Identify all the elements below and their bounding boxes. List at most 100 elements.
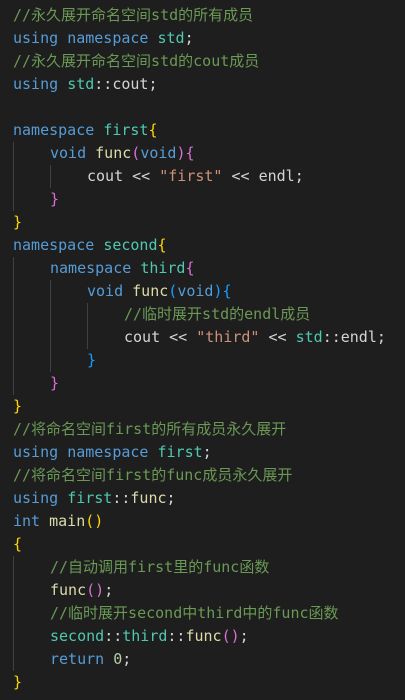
code-line[interactable]: }: [0, 188, 405, 211]
code-token: <<: [259, 328, 296, 346]
code-token: cout: [112, 75, 149, 93]
code-editor[interactable]: //永久展开命名空间std的所有成员 using namespace std; //…: [0, 0, 405, 700]
code-token: return: [50, 650, 105, 668]
code-token: ;: [376, 328, 386, 346]
code-line[interactable]: cout << "third" << std::endl;: [0, 326, 405, 349]
code-line[interactable]: void func(void){: [0, 280, 405, 303]
code-line[interactable]: //将命名空间first的func成员永久展开: [0, 464, 405, 487]
code-token: second: [50, 627, 105, 645]
indent-guide: [50, 303, 51, 326]
code-token: func: [50, 581, 87, 599]
indent-guide: [13, 303, 14, 326]
code-token: namespace: [13, 121, 95, 139]
code-token: first: [157, 443, 203, 461]
code-token: }: [13, 397, 23, 415]
code-token: ::: [94, 75, 113, 93]
code-token: {: [185, 144, 195, 162]
code-token: ;: [294, 167, 304, 185]
indent-guide: [13, 188, 14, 211]
code-comment: //自动调用first里的func函数: [50, 558, 270, 576]
code-line[interactable]: //永久展开命名空间std的所有成员: [0, 4, 405, 27]
code-token: func: [130, 489, 167, 507]
indent-guide: [13, 556, 14, 579]
code-token: (): [85, 512, 104, 530]
code-line[interactable]: }: [0, 211, 405, 234]
indent-guide: [13, 648, 14, 671]
code-token: endl: [258, 167, 295, 185]
indent-guide: [50, 326, 51, 349]
code-line[interactable]: }: [0, 395, 405, 418]
code-token: {: [222, 282, 232, 300]
code-token: std: [157, 29, 185, 47]
code-token: namespace: [13, 236, 95, 254]
indent-guide: [13, 142, 14, 165]
code-line[interactable]: using first::func;: [0, 487, 405, 510]
code-line[interactable]: [0, 96, 405, 119]
code-token: namespace: [67, 443, 149, 461]
indent-guide: [13, 349, 14, 372]
indent-guide: [13, 326, 14, 349]
code-line[interactable]: }: [0, 671, 405, 694]
code-line[interactable]: //自动调用first里的func函数: [0, 556, 405, 579]
code-token: <<: [123, 167, 160, 185]
code-line[interactable]: }: [0, 349, 405, 372]
code-token: (: [131, 144, 141, 162]
code-token: endl: [340, 328, 377, 346]
indent-guide: [87, 326, 88, 349]
code-token: main: [49, 512, 86, 530]
code-token: void: [140, 144, 177, 162]
code-line[interactable]: namespace third{: [0, 257, 405, 280]
code-line[interactable]: {: [0, 533, 405, 556]
code-token: func: [185, 627, 222, 645]
code-token: cout: [87, 167, 124, 185]
code-line[interactable]: //临时展开std的endl成员: [0, 303, 405, 326]
code-line[interactable]: //临时展开second中third中的func函数: [0, 602, 405, 625]
code-comment: //永久展开命名空间std的所有成员: [13, 6, 254, 24]
code-line[interactable]: using namespace std;: [0, 27, 405, 50]
code-token: (): [221, 627, 240, 645]
code-line[interactable]: second::third::func();: [0, 625, 405, 648]
code-comment: //永久展开命名空间std的cout成员: [13, 52, 260, 70]
code-token: ;: [184, 29, 194, 47]
code-line[interactable]: return 0;: [0, 648, 405, 671]
code-token: ::: [167, 627, 186, 645]
code-line[interactable]: void func(void){: [0, 142, 405, 165]
code-line[interactable]: func();: [0, 579, 405, 602]
code-line[interactable]: namespace first{: [0, 119, 405, 142]
code-token: void: [87, 282, 124, 300]
indent-guide: [13, 579, 14, 602]
code-token: {: [157, 236, 167, 254]
code-token: ;: [104, 581, 114, 599]
code-line[interactable]: }: [0, 372, 405, 395]
code-line[interactable]: cout << "first" << endl;: [0, 165, 405, 188]
code-token: first: [67, 489, 113, 507]
code-token: (): [86, 581, 105, 599]
code-line[interactable]: using namespace first;: [0, 441, 405, 464]
code-token: std: [295, 328, 323, 346]
indent-guide: [50, 280, 51, 303]
indent-guide: [87, 303, 88, 326]
code-line[interactable]: int main(): [0, 510, 405, 533]
code-token: using: [13, 75, 59, 93]
code-token: "third": [196, 328, 260, 346]
code-token: ;: [239, 627, 249, 645]
code-token: void: [50, 144, 87, 162]
code-line[interactable]: //将命名空间first的所有成员永久展开: [0, 418, 405, 441]
code-line[interactable]: namespace second{: [0, 234, 405, 257]
code-token: first: [103, 121, 149, 139]
code-line[interactable]: using std::cout;: [0, 73, 405, 96]
code-token: }: [50, 374, 60, 392]
code-line[interactable]: //永久展开命名空间std的cout成员: [0, 50, 405, 73]
code-token: ;: [148, 75, 158, 93]
code-token: ;: [202, 443, 212, 461]
code-comment: //将命名空间first的所有成员永久展开: [13, 420, 287, 438]
indent-guide: [13, 602, 14, 625]
